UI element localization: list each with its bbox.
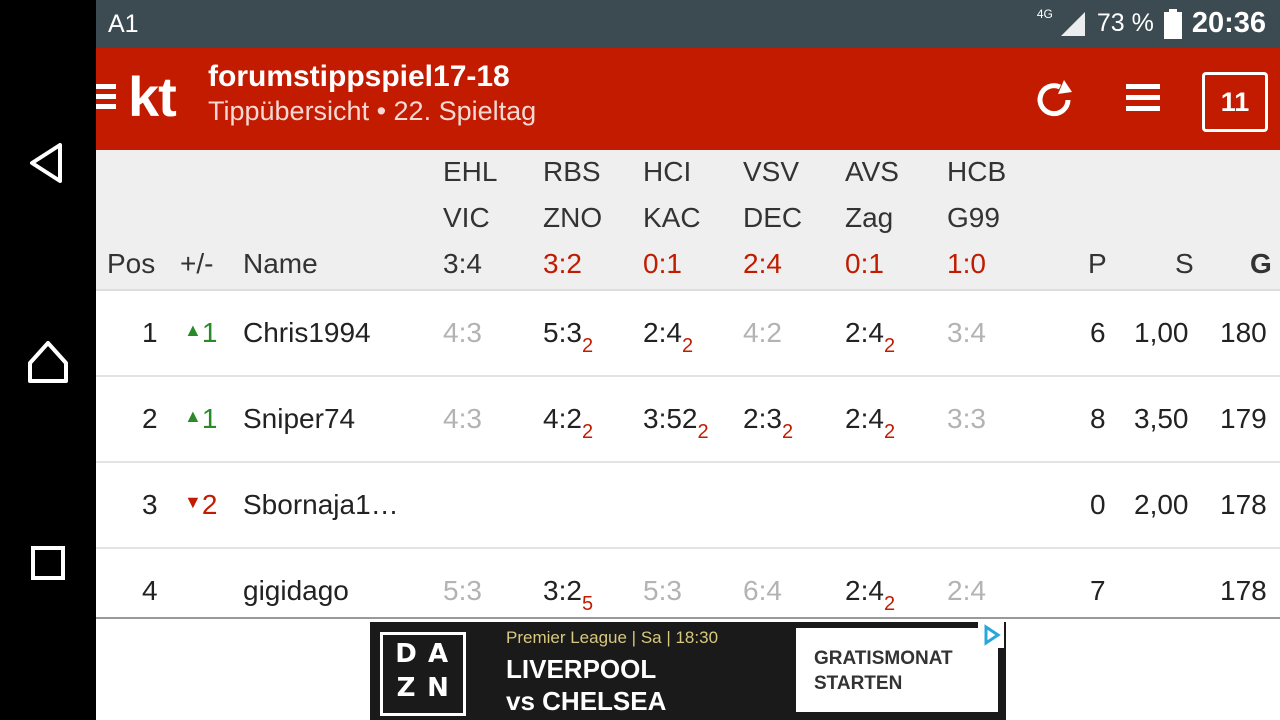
tip: 5:3 (643, 575, 682, 606)
col-total: G (1250, 248, 1272, 279)
tip: 3:25 (543, 575, 594, 615)
points: 0 (1090, 489, 1106, 520)
ad-league-line: Premier League | Sa | 18:30 (506, 628, 719, 647)
ad-cta-button[interactable]: GRATISMONAT STARTEN (796, 628, 998, 712)
table-row[interactable]: 1 ▲1 Chris1994 4:3 5:32 2:42 4:2 2:42 3:… (96, 291, 1280, 377)
rank-down: ▼2 (184, 489, 218, 520)
game-home: RBS (543, 156, 601, 187)
ad-cta-line1: GRATISMONAT (814, 648, 953, 669)
game-away: Zag (845, 202, 894, 233)
table-row[interactable]: 3 ▼2 Sbornaja1… 0 2,00 178 (96, 463, 1280, 549)
total: 180 (1220, 317, 1267, 348)
tip: 5:3 (443, 575, 482, 606)
row-position: 3 (142, 489, 158, 520)
points: 8 (1090, 403, 1106, 434)
game-result: 3:2 (543, 248, 582, 279)
player-name[interactable]: Sniper74 (243, 403, 355, 435)
tip: 2:42 (845, 575, 896, 615)
tip: 5:32 (543, 317, 594, 357)
tip: 4:22 (543, 403, 594, 443)
col-pos: Pos (107, 248, 156, 279)
table-row[interactable]: 4 gigidago 5:3 3:25 5:3 6:4 2:42 2:4 7 1… (96, 549, 1280, 618)
col-points: P (1088, 248, 1107, 279)
col-change: +/- (180, 248, 214, 279)
arrow-up-icon: ▲ (184, 406, 202, 426)
ad-banner[interactable]: D A Z N Premier League | Sa | 18:30 LIVE… (370, 622, 1006, 720)
row-position: 1 (142, 317, 158, 348)
game-result: 0:1 (643, 248, 682, 279)
rank-up: ▲1 (184, 403, 218, 434)
game-result: 1:0 (947, 248, 986, 279)
row-position: 4 (142, 575, 158, 606)
ad-cta-line2: STARTEN (814, 673, 903, 694)
total: 179 (1220, 403, 1267, 434)
s-value: 1,00 (1134, 317, 1189, 348)
s-value: 2,00 (1134, 489, 1189, 520)
divider (96, 617, 1280, 619)
rank-up: ▲1 (184, 317, 218, 348)
game-result: 0:1 (845, 248, 884, 279)
tip: 2:42 (845, 317, 896, 357)
s-value: 3,50 (1134, 403, 1189, 434)
tip: 4:3 (443, 317, 482, 348)
adchoices-icon[interactable] (978, 622, 1004, 648)
game-away: G99 (947, 202, 1000, 233)
tip: 6:4 (743, 575, 782, 606)
dazn-logo: D A Z N (380, 632, 466, 716)
game-home: HCB (947, 156, 1007, 187)
game-away: KAC (643, 202, 701, 233)
tip: 4:3 (443, 403, 482, 434)
player-name[interactable]: Sbornaja1… (243, 489, 399, 521)
table-row[interactable]: 2 ▲1 Sniper74 4:3 4:22 3:522 2:32 2:42 3… (96, 377, 1280, 463)
game-result: 2:4 (743, 248, 782, 279)
ad-match-line2: vs CHELSEA (506, 686, 667, 716)
tip: 3:522 (643, 403, 709, 443)
game-away: VIC (443, 202, 490, 233)
arrow-up-icon: ▲ (184, 320, 202, 340)
tip: 2:32 (743, 403, 794, 443)
game-away: ZNO (543, 202, 603, 233)
tip: 2:42 (845, 403, 896, 443)
ad-match-line1: LIVERPOOL (506, 654, 657, 684)
game-home: EHL (443, 156, 498, 187)
table-header: Pos +/- Name EHL VIC 3:4 RBS ZNO 3:2 HCI… (96, 150, 1280, 291)
tip: 2:4 (947, 575, 986, 606)
player-name[interactable]: gigidago (243, 575, 349, 607)
game-result: 3:4 (443, 248, 482, 279)
total: 178 (1220, 575, 1267, 606)
player-name[interactable]: Chris1994 (243, 317, 371, 349)
col-s: S (1175, 248, 1194, 279)
game-home: HCI (643, 156, 692, 187)
tip: 3:3 (947, 403, 986, 434)
standings-table: Pos +/- Name EHL VIC 3:4 RBS ZNO 3:2 HCI… (0, 0, 1280, 618)
game-home: AVS (845, 156, 899, 187)
col-name: Name (243, 248, 318, 279)
tip: 4:2 (743, 317, 782, 348)
game-away: DEC (743, 202, 803, 233)
points: 6 (1090, 317, 1106, 348)
total: 178 (1220, 489, 1267, 520)
row-position: 2 (142, 403, 158, 434)
game-home: VSV (743, 156, 800, 187)
tip: 3:4 (947, 317, 986, 348)
arrow-down-icon: ▼ (184, 492, 202, 512)
points: 7 (1090, 575, 1106, 606)
tip: 2:42 (643, 317, 694, 357)
